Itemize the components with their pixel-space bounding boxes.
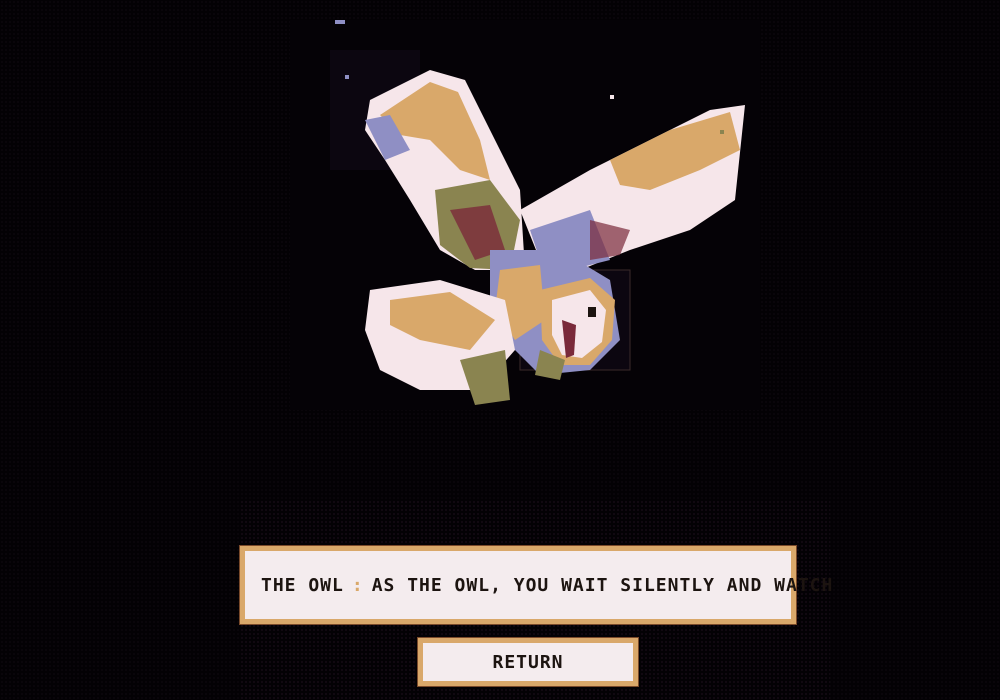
return-button[interactable]: RETURN bbox=[418, 638, 638, 686]
barn-owl-flying-icon bbox=[290, 20, 760, 410]
game-screen: THE OWL : AS THE OWL, YOU WAIT SILENTLY … bbox=[0, 0, 1000, 700]
dialogue-text: AS THE OWL, YOU WAIT SILENTLY AND WATCH bbox=[371, 574, 834, 596]
dialogue-box: THE OWL : AS THE OWL, YOU WAIT SILENTLY … bbox=[240, 546, 832, 624]
dialogue-speaker: THE OWL bbox=[261, 574, 344, 596]
dialogue-separator: : bbox=[351, 574, 364, 596]
owl-illustration bbox=[290, 20, 760, 410]
